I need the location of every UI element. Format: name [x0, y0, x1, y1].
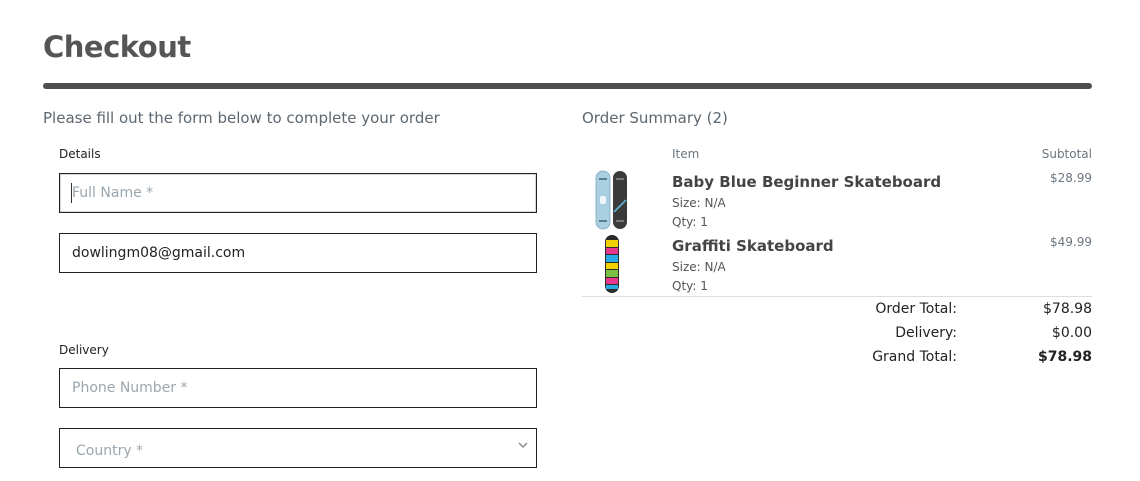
- subtotal-column-header: Subtotal: [1041, 147, 1092, 161]
- item-name[interactable]: Graffiti Skateboard: [672, 237, 834, 255]
- chevron-down-icon: [518, 442, 528, 448]
- full-name-field[interactable]: [59, 173, 537, 213]
- item-quantity: Qty: 1: [672, 215, 708, 229]
- grand-total-label: Grand Total:: [872, 349, 957, 365]
- country-select[interactable]: Country *: [59, 428, 537, 468]
- order-total-label: Order Total:: [875, 301, 957, 317]
- skateboard-image: [595, 170, 627, 230]
- order-total-value: $78.98: [1043, 301, 1092, 317]
- details-label: Details: [59, 147, 101, 161]
- delivery-cost-label: Delivery:: [895, 325, 957, 341]
- text-cursor: [71, 183, 72, 203]
- item-size: Size: N/A: [672, 260, 726, 274]
- title-divider: [43, 83, 1092, 89]
- item-subtotal: $49.99: [1050, 235, 1092, 249]
- checkout-page: Checkout Please fill out the form below …: [0, 0, 1140, 481]
- grand-total-value: $78.98: [1037, 349, 1092, 365]
- order-summary-title: Order Summary (2): [582, 109, 728, 127]
- page-title: Checkout: [43, 30, 191, 64]
- item-subtotal: $28.99: [1050, 171, 1092, 185]
- summary-divider: [582, 296, 1092, 297]
- order-item: Graffiti Skateboard Size: N/A Qty: 1 $49…: [582, 232, 1092, 294]
- item-column-header: Item: [672, 147, 700, 161]
- form-intro: Please fill out the form below to comple…: [43, 109, 440, 127]
- delivery-cost-value: $0.00: [1051, 325, 1092, 341]
- email-field[interactable]: [59, 233, 537, 273]
- delivery-label: Delivery: [59, 343, 109, 357]
- phone-number-field[interactable]: [59, 368, 537, 408]
- country-select-value: Country *: [76, 443, 144, 459]
- item-name[interactable]: Baby Blue Beginner Skateboard: [672, 173, 941, 191]
- item-quantity: Qty: 1: [672, 279, 708, 293]
- item-size: Size: N/A: [672, 196, 726, 210]
- skateboard-image: [605, 235, 619, 293]
- order-item: Baby Blue Beginner Skateboard Size: N/A …: [582, 168, 1092, 230]
